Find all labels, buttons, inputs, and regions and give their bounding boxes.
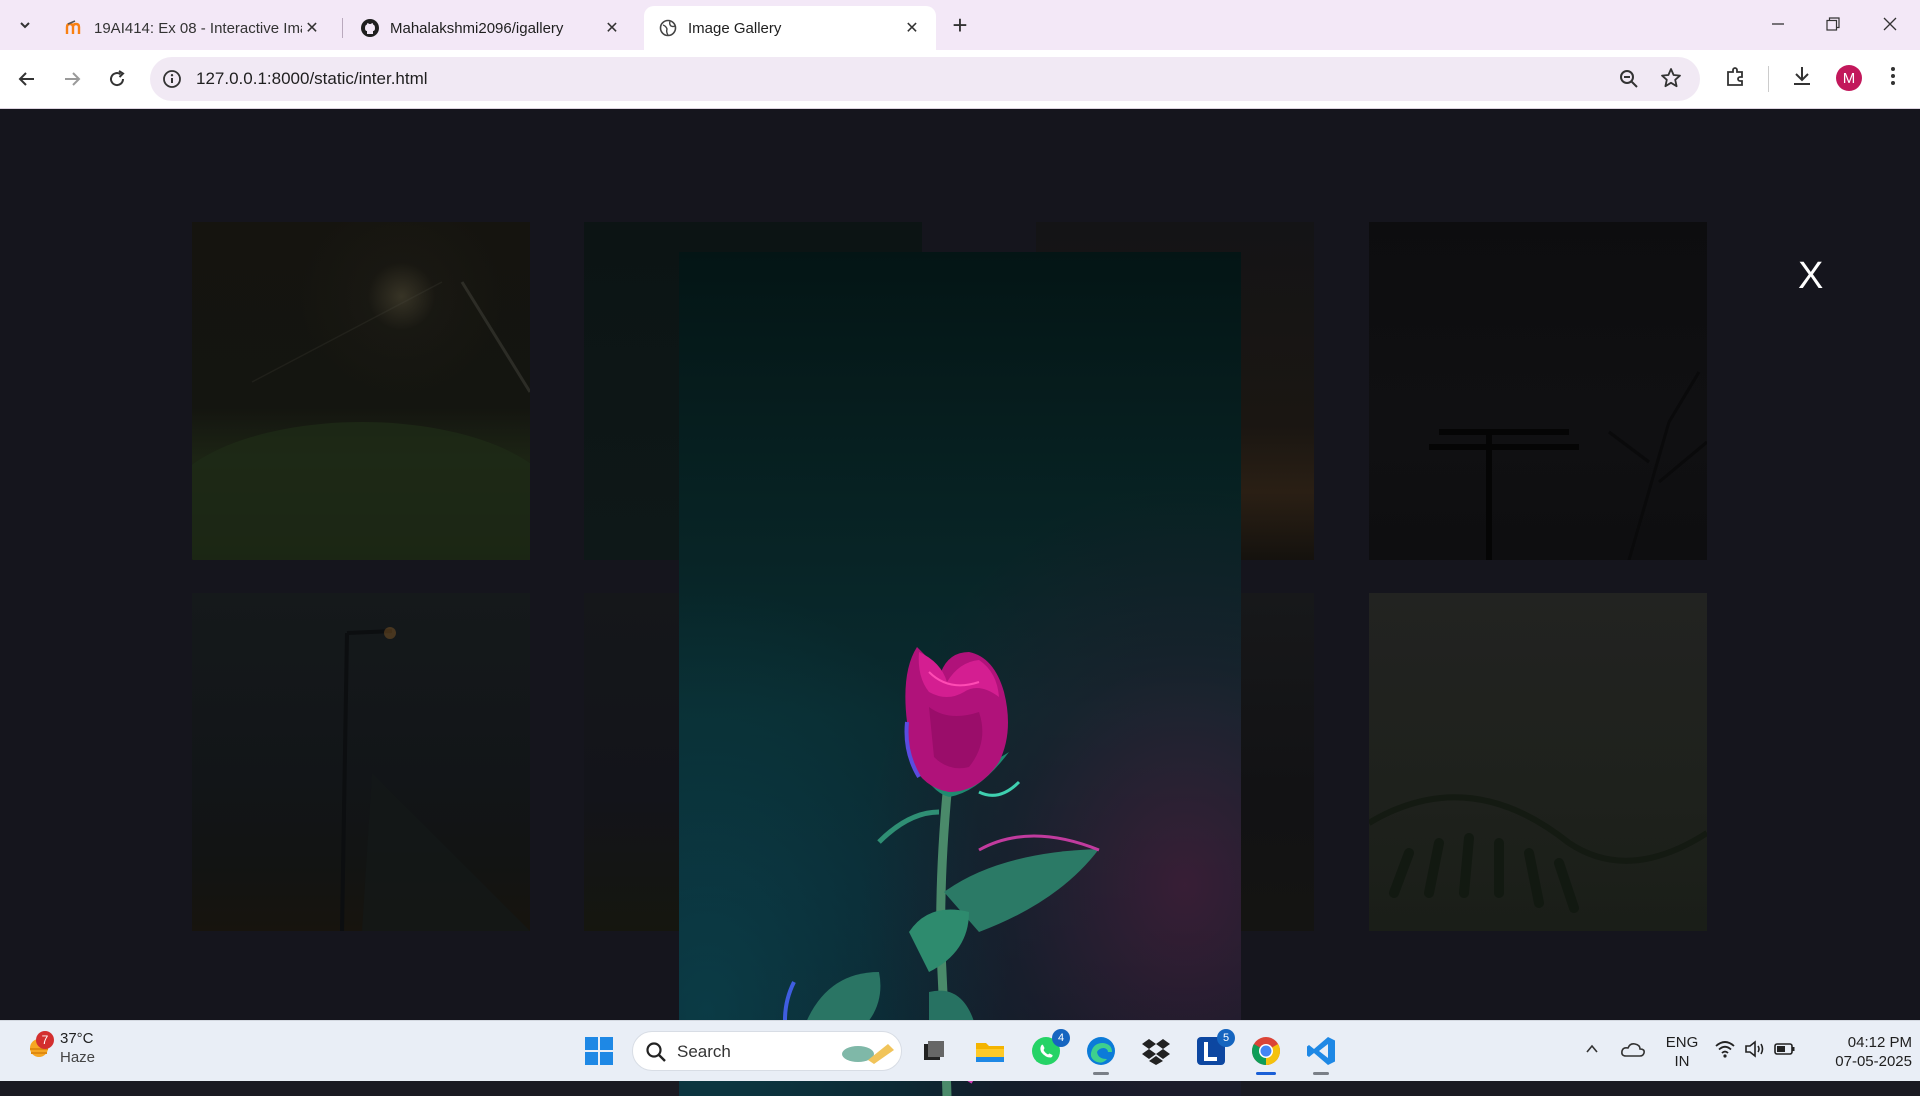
weather-badge: 7 <box>36 1031 54 1049</box>
restore-button[interactable] <box>1813 6 1853 42</box>
arrow-right-icon <box>65 72 81 86</box>
restore-icon <box>1826 17 1840 31</box>
windows-taskbar: 7 37°C Haze Search 4 5 ENG IN 04:12 PM 0… <box>0 1020 1920 1081</box>
chevron-up-icon[interactable] <box>1584 1041 1600 1062</box>
lightbox-close-button[interactable]: X <box>1798 257 1823 295</box>
language-line2: IN <box>1674 1053 1690 1070</box>
search-label: Search <box>677 1042 731 1061</box>
minimize-icon <box>1772 23 1784 25</box>
close-icon <box>1883 17 1897 31</box>
edge-button[interactable] <box>1083 1033 1119 1075</box>
task-view-icon <box>924 1041 944 1060</box>
arrow-left-icon <box>18 72 34 86</box>
clock-time: 04:12 PM <box>1847 1034 1912 1051</box>
search-icon <box>645 1041 667 1068</box>
notification-badge: 4 <box>1052 1029 1070 1047</box>
reload-icon <box>110 70 125 87</box>
browser-toolbar: 127.0.0.1:8000/static/inter.html M <box>0 50 1920 109</box>
new-tab-button[interactable]: + <box>944 10 976 40</box>
more-menu-icon[interactable] <box>1884 64 1902 93</box>
minimize-button[interactable] <box>1758 6 1798 42</box>
battery-icon[interactable] <box>1774 1040 1796 1063</box>
notification-badge: 5 <box>1217 1029 1235 1047</box>
onedrive-cloud-icon[interactable] <box>1620 1039 1646 1064</box>
bookmark-star-icon[interactable] <box>1660 67 1682 94</box>
address-bar[interactable]: 127.0.0.1:8000/static/inter.html <box>150 57 1700 101</box>
vscode-icon <box>1307 1037 1335 1065</box>
reload-button[interactable] <box>100 62 134 96</box>
gallery-page: X <box>0 109 1920 1096</box>
volume-icon[interactable] <box>1744 1039 1766 1064</box>
weather-sun-icon: 7 <box>26 1031 54 1061</box>
lightbox-image <box>679 252 1241 1096</box>
github-icon <box>360 18 380 38</box>
gallery-thumbnail[interactable] <box>192 222 530 560</box>
toolbar-divider <box>1768 66 1769 92</box>
dropbox-icon <box>1142 1039 1170 1065</box>
browser-titlebar: 19AI414: Ex 08 - Interactive Ima ✕ Mahal… <box>0 0 1920 50</box>
chrome-button[interactable] <box>1248 1033 1284 1075</box>
tab-title: 19AI414: Ex 08 - Interactive Ima <box>94 19 302 37</box>
close-window-button[interactable] <box>1870 6 1910 42</box>
file-explorer-button[interactable] <box>972 1033 1008 1069</box>
moodle-icon <box>64 18 84 38</box>
running-indicator <box>1313 1072 1329 1075</box>
vscode-button[interactable] <box>1303 1033 1339 1075</box>
language-line1: ENG <box>1665 1034 1699 1051</box>
close-icon[interactable]: ✕ <box>602 18 622 38</box>
clock-date: 07-05-2025 <box>1835 1053 1912 1070</box>
tab-image-gallery[interactable]: Image Gallery ✕ <box>644 6 936 50</box>
whatsapp-button[interactable]: 4 <box>1028 1029 1070 1069</box>
avatar[interactable]: M <box>1836 65 1862 91</box>
gallery-thumbnail[interactable] <box>1369 593 1707 931</box>
close-icon[interactable]: ✕ <box>902 18 922 38</box>
start-button[interactable] <box>581 1033 617 1069</box>
weather-widget[interactable]: 7 37°C Haze <box>26 1029 95 1067</box>
search-highlight-icon <box>838 1038 898 1071</box>
gallery-thumbnail[interactable] <box>1369 222 1707 560</box>
edge-icon <box>1087 1037 1115 1065</box>
l-app-button[interactable]: 5 <box>1193 1029 1235 1069</box>
close-icon[interactable]: ✕ <box>302 18 322 38</box>
forward-button[interactable] <box>55 62 89 96</box>
gallery-thumbnail[interactable] <box>192 593 530 931</box>
wifi-icon[interactable] <box>1714 1039 1736 1064</box>
running-indicator <box>1256 1072 1276 1075</box>
extensions-icon[interactable] <box>1724 64 1748 93</box>
folder-icon <box>976 1043 1004 1062</box>
tab-github[interactable]: Mahalakshmi2096/igallery ✕ <box>346 6 636 50</box>
zoom-out-icon[interactable] <box>1618 68 1640 95</box>
tab-moodle[interactable]: 19AI414: Ex 08 - Interactive Ima ✕ <box>50 6 336 50</box>
info-icon[interactable] <box>162 69 182 94</box>
taskbar-search[interactable]: Search <box>632 1031 902 1071</box>
language-indicator[interactable]: ENG IN <box>1662 1033 1702 1071</box>
weather-temp: 37°C <box>60 1030 94 1047</box>
chevron-down-icon <box>20 22 30 29</box>
windows-logo-icon <box>585 1037 613 1065</box>
tab-separator <box>342 18 343 38</box>
tab-title: Mahalakshmi2096/igallery <box>390 19 564 37</box>
globe-icon <box>658 18 678 38</box>
url-text: 127.0.0.1:8000/static/inter.html <box>196 69 428 88</box>
tab-title: Image Gallery <box>688 19 782 37</box>
back-button[interactable] <box>10 62 44 96</box>
task-view-button[interactable] <box>916 1033 952 1069</box>
clock[interactable]: 04:12 PM 07-05-2025 <box>1808 1033 1912 1071</box>
tab-search-button[interactable] <box>8 10 42 40</box>
weather-condition: Haze <box>60 1049 96 1066</box>
dropbox-button[interactable] <box>1138 1033 1174 1069</box>
running-indicator <box>1093 1072 1109 1075</box>
download-icon[interactable] <box>1790 64 1814 93</box>
chrome-icon <box>1252 1037 1280 1065</box>
